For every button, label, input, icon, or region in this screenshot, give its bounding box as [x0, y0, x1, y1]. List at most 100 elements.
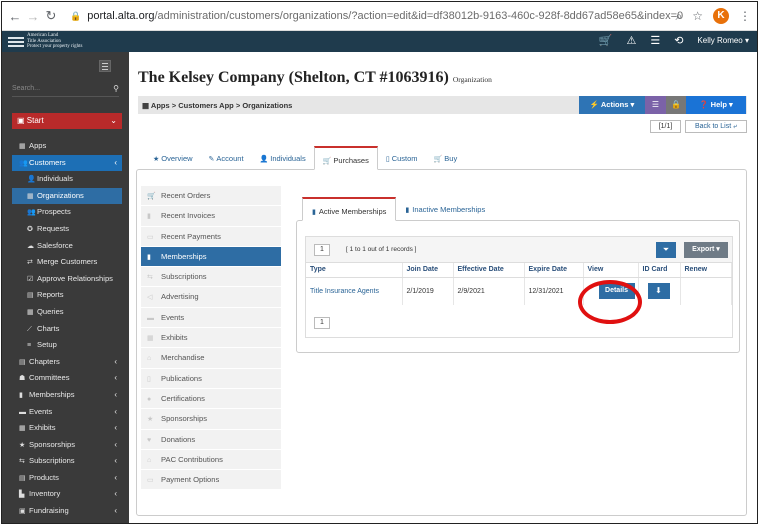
tab-custom[interactable]: ▯ Custom — [378, 146, 426, 170]
purchases-item-advertising[interactable]: ◁ Advertising — [141, 287, 281, 308]
bottom-page-box[interactable]: 1 — [314, 317, 330, 329]
page-number-box[interactable]: 1 — [314, 244, 330, 256]
column-header-type[interactable]: Type — [306, 263, 403, 278]
main-content: The Kelsey Company (Shelton, CT #1063916… — [129, 52, 757, 523]
tab-individuals[interactable]: 👤 Individuals — [252, 146, 314, 170]
column-header-join-date[interactable]: Join Date — [402, 263, 454, 278]
breadcrumb[interactable]: ▦ Apps > Customers App > Organizations — [142, 101, 292, 110]
purchases-item-payment-options[interactable]: ▭ Payment Options — [141, 470, 281, 491]
column-header-view[interactable]: View — [583, 263, 639, 278]
merge-icon: ⇄ — [27, 259, 33, 267]
purchases-item-exhibits[interactable]: ▦ Exhibits — [141, 328, 281, 349]
sidebar-item-subscriptions[interactable]: ⇆ Subscriptions ‹ — [12, 453, 122, 470]
sidebar-item-chapters[interactable]: ▤ Chapters ‹ — [12, 354, 122, 371]
list-icon[interactable]: ☰ — [645, 96, 666, 114]
sidebar-item-label: Prospects — [37, 207, 71, 217]
back-icon[interactable]: ← — [6, 9, 24, 24]
column-header-renew[interactable]: Renew — [680, 263, 732, 278]
sidebar-item-customers[interactable]: 👥Customers ‹ — [12, 154, 122, 172]
zoom-icon[interactable]: ⌕ — [676, 9, 683, 24]
alta-logo[interactable]: American Land Title Association Protect … — [8, 33, 90, 50]
profile-avatar[interactable]: K — [713, 8, 729, 24]
sidebar-item-prospects[interactable]: 👥Prospects — [12, 204, 122, 221]
sidebar-item-events[interactable]: ▬ Events ‹ — [12, 404, 122, 421]
purchases-item-label: Events — [161, 312, 185, 322]
purchases-item-publications[interactable]: ▯ Publications — [141, 368, 281, 389]
help-button[interactable]: ❓ Help ▾ — [686, 96, 746, 114]
sidebar-item-merge-customers[interactable]: ⇄ Merge Customers — [12, 254, 122, 271]
sidebar-item-committees[interactable]: ☗ Committees ‹ — [12, 370, 122, 387]
sidebar-item-label: Subscriptions — [29, 456, 75, 466]
purchases-item-subscriptions[interactable]: ⇆ Subscriptions — [141, 267, 281, 288]
sidebar-item-apps[interactable]: ▦ Apps — [12, 138, 122, 155]
lock-button-icon[interactable]: 🔒 — [666, 96, 686, 114]
sidebar-item-sponsorships[interactable]: ★ Sponsorships ‹ — [12, 437, 122, 454]
tab-inactive-memberships[interactable]: ▮ Inactive Memberships — [396, 197, 494, 221]
address-bar[interactable]: portal.alta.org/administration/customers… — [87, 10, 683, 22]
search-icon[interactable]: ⚲ — [113, 84, 119, 93]
column-header-id-card[interactable]: ID Card — [638, 263, 681, 278]
warning-icon[interactable]: ⚠ — [626, 34, 636, 47]
sidebar-item-salesforce[interactable]: ☁ Salesforce — [12, 238, 122, 255]
back-to-list-button[interactable]: Back to List ⤶ — [685, 120, 747, 133]
purchases-item-donations[interactable]: ♥ Donations — [141, 429, 281, 450]
sidebar-item-label: Queries — [37, 306, 64, 316]
menu-kebab-icon[interactable]: ⋮ — [739, 9, 751, 23]
purchases-item-recent-payments[interactable]: ▭ Recent Payments — [141, 226, 281, 247]
tab-buy[interactable]: 🛒 Buy — [426, 146, 466, 170]
sidebar-item-charts[interactable]: ⟋ Charts — [12, 321, 122, 338]
user-menu[interactable]: Kelly Romeo ▾ — [697, 36, 749, 45]
tab-overview[interactable]: ★ Overview — [145, 146, 201, 170]
forward-icon[interactable]: → — [24, 9, 42, 24]
sidebar-item-individuals[interactable]: 👤Individuals — [12, 171, 122, 188]
actions-button[interactable]: ⚡ Actions ▾ — [579, 96, 645, 114]
sidebar-item-inventory[interactable]: ▙ Inventory ‹ — [12, 486, 122, 503]
start-button[interactable]: ▣ Start ⌄ — [12, 113, 122, 129]
sidebar-item-fundraising[interactable]: ▣ Fundraising ‹ — [12, 503, 122, 520]
cloud-icon: ☁ — [27, 242, 34, 250]
sidebar-item-label: Requests — [37, 223, 70, 233]
purchases-item-label: Recent Orders — [161, 191, 211, 200]
record-pager[interactable]: [1/1] — [650, 120, 681, 133]
star-icon: ★ — [19, 441, 26, 449]
filter-icon[interactable]: ⏷ — [656, 242, 676, 258]
membership-type-link[interactable]: Title Insurance Agents — [306, 277, 403, 305]
tasks-icon[interactable]: ☰ — [650, 34, 660, 47]
sidebar-item-requests[interactable]: ✪ Requests — [12, 221, 122, 238]
column-header-effective-date[interactable]: Effective Date — [453, 263, 525, 278]
bookmark-star-icon[interactable]: ☆ — [692, 9, 703, 23]
purchases-item-recent-invoices[interactable]: ▮ Recent Invoices — [141, 206, 281, 227]
sidebar-item-exhibits[interactable]: ▦ Exhibits ‹ — [12, 420, 122, 437]
sidebar-item-setup[interactable]: ≡ Setup — [12, 337, 122, 354]
reload-icon[interactable]: ↻ — [42, 8, 60, 24]
column-header-expire-date[interactable]: Expire Date — [524, 263, 584, 278]
purchases-item-memberships[interactable]: ▮ Memberships — [141, 246, 281, 268]
export-button[interactable]: Export ▾ — [684, 242, 728, 258]
purchases-item-pac-contributions[interactable]: ⌂ PAC Contributions — [141, 449, 281, 471]
sidebar-item-memberships[interactable]: ▮ Memberships ‹ — [12, 387, 122, 404]
sidebar-item-approve-relationships[interactable]: ☑ Approve Relationships — [12, 271, 122, 288]
sidebar-item-queries[interactable]: ▦ Queries — [12, 304, 122, 321]
sidebar-item-label: Organizations — [37, 190, 84, 200]
purchases-item-events[interactable]: ▬ Events — [141, 307, 281, 329]
tab-active-memberships[interactable]: ▮ Active Memberships — [302, 197, 397, 221]
purchases-item-sponsorships[interactable]: ★ Sponsorships — [141, 409, 281, 430]
sidebar-item-organizations[interactable]: ▦ Organizations — [12, 187, 122, 205]
logo-text: American Land Title Association Protect … — [27, 33, 83, 50]
sidebar-item-products[interactable]: ▤ Products ‹ — [12, 470, 122, 487]
purchases-item-recent-orders[interactable]: 🛒 Recent Orders — [141, 186, 281, 207]
sidebar-item-reports[interactable]: ▤ Reports — [12, 287, 122, 304]
memberships-grid: 1 [ 1 to 1 out of 1 records ] ⏷ Export ▾… — [305, 236, 733, 338]
tab-account[interactable]: ✎ Account — [201, 146, 252, 170]
sidebar-search-input[interactable]: Search... ⚲ — [12, 84, 119, 97]
cart-icon[interactable]: 🛒 — [599, 34, 613, 47]
sidebar-item-label: Exhibits — [29, 423, 56, 433]
purchases-item-merchandise[interactable]: ⌂ Merchandise — [141, 348, 281, 369]
history-icon[interactable]: ⟲ — [674, 34, 683, 47]
download-icon[interactable]: ⬇ — [647, 283, 670, 300]
breadcrumb-text[interactable]: Apps > Customers App > Organizations — [151, 101, 292, 110]
tab-purchases[interactable]: 🛒 Purchases — [313, 146, 378, 170]
bookmark-icon: ▮ — [147, 253, 151, 261]
purchases-item-certifications[interactable]: ● Certifications — [141, 388, 281, 410]
sidebar-toggle-icon[interactable] — [99, 60, 111, 72]
